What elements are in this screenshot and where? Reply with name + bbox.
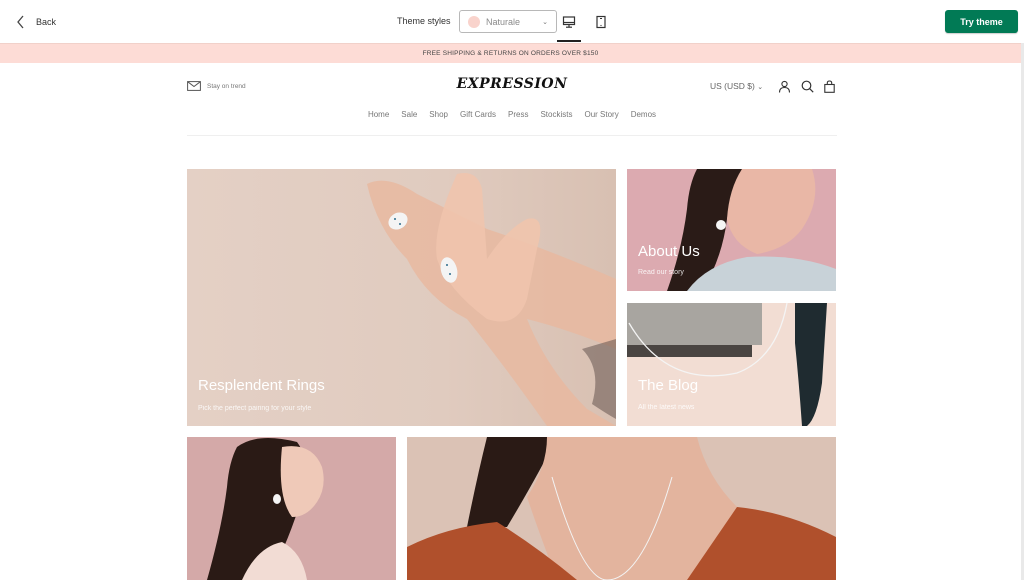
back-label: Back bbox=[36, 17, 57, 27]
back-button[interactable]: Back bbox=[16, 12, 56, 32]
tile-subtitle: Pick the perfect pairing for your style bbox=[198, 405, 312, 412]
selected-style-name: Naturale bbox=[486, 16, 521, 27]
currency-selector[interactable]: US (USD $) ⌄ bbox=[710, 81, 763, 91]
tile-subtitle: All the latest news bbox=[638, 404, 695, 411]
cart-icon[interactable] bbox=[823, 80, 836, 93]
nav-our-story[interactable]: Our Story bbox=[584, 110, 618, 119]
theme-styles-label: Theme styles bbox=[397, 16, 451, 26]
account-icon[interactable] bbox=[778, 80, 791, 93]
nav-shop[interactable]: Shop bbox=[429, 110, 448, 119]
style-swatch bbox=[468, 15, 480, 28]
store-header: Stay on trend EXPRESSION US (USD $) ⌄ Ho… bbox=[187, 63, 837, 136]
theme-style-select[interactable]: Naturale ⌄ bbox=[459, 10, 557, 33]
collection-tile-blog[interactable]: The Blog All the latest news bbox=[627, 303, 836, 426]
collection-tile-earrings[interactable] bbox=[187, 437, 396, 580]
nav-gift-cards[interactable]: Gift Cards bbox=[460, 110, 496, 119]
announcement-bar: FREE SHIPPING & RETURNS ON ORDERS OVER $… bbox=[0, 43, 1021, 63]
tile-title: The Blog bbox=[638, 377, 699, 394]
search-icon[interactable] bbox=[801, 80, 814, 93]
chevron-down-icon: ⌄ bbox=[757, 84, 764, 91]
tile-title: Resplendent Rings bbox=[198, 377, 325, 394]
nav-stockists[interactable]: Stockists bbox=[540, 110, 572, 119]
collection-tile-necklaces[interactable] bbox=[407, 437, 836, 580]
chevron-down-icon: ⌄ bbox=[542, 18, 548, 26]
woman-necklace-image bbox=[407, 437, 836, 580]
tile-subtitle: Read our story bbox=[638, 269, 684, 276]
currency-label: US (USD $) bbox=[710, 81, 755, 91]
active-device-indicator bbox=[557, 40, 581, 42]
woman-profile-image bbox=[207, 438, 324, 580]
collection-tile-rings[interactable]: Resplendent Rings Pick the perfect pairi… bbox=[187, 169, 616, 426]
nav-home[interactable]: Home bbox=[368, 110, 389, 119]
nav-sale[interactable]: Sale bbox=[401, 110, 417, 119]
chevron-left-icon bbox=[17, 15, 24, 29]
preview-topbar: Back Theme styles Naturale ⌄ Try theme bbox=[0, 0, 1024, 43]
collection-tile-about[interactable]: About Us Read our story bbox=[627, 169, 836, 291]
main-nav: Home Sale Shop Gift Cards Press Stockist… bbox=[187, 110, 837, 119]
nav-press[interactable]: Press bbox=[508, 110, 528, 119]
nav-demos[interactable]: Demos bbox=[631, 110, 656, 119]
announcement-text: FREE SHIPPING & RETURNS ON ORDERS OVER $… bbox=[422, 50, 599, 57]
mobile-preview-icon[interactable] bbox=[594, 15, 608, 29]
tile-title: About Us bbox=[638, 243, 700, 260]
desktop-preview-icon[interactable] bbox=[562, 15, 576, 29]
try-theme-button[interactable]: Try theme bbox=[945, 10, 1018, 33]
